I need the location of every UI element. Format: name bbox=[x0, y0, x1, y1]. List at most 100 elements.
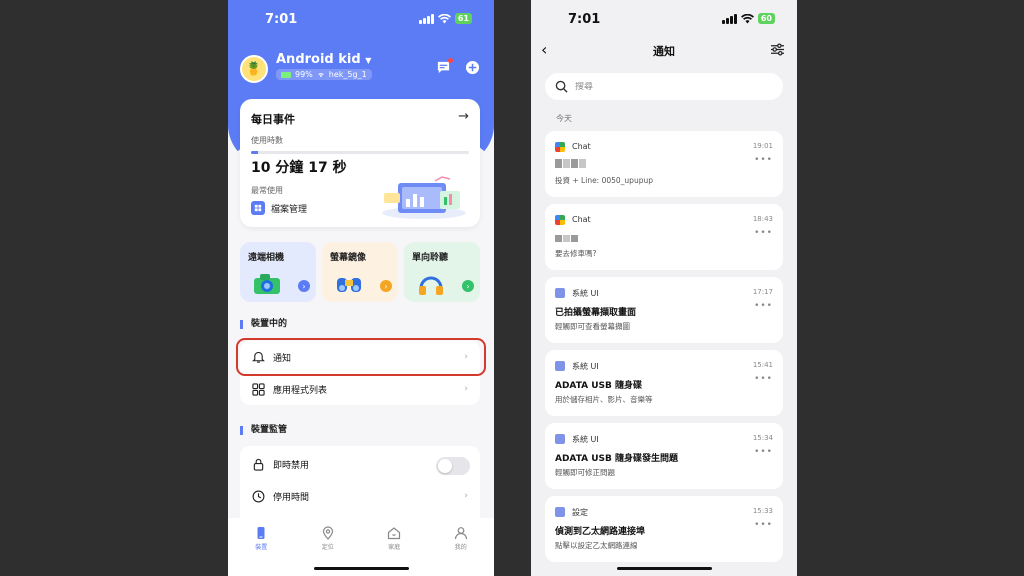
screen-mirror-card[interactable]: 螢幕鏡像 › bbox=[322, 242, 398, 302]
more-icon[interactable]: ••• bbox=[754, 301, 773, 311]
message-icon[interactable] bbox=[436, 58, 453, 75]
section-device: 裝置中的 bbox=[240, 320, 287, 329]
notification-source: 系統 UI bbox=[572, 289, 599, 298]
notification-source: Chat bbox=[572, 142, 591, 151]
more-icon[interactable]: ••• bbox=[754, 374, 773, 384]
one-way-audio-card[interactable]: 單向聆聽 › bbox=[404, 242, 480, 302]
analytics-illustration bbox=[382, 176, 466, 219]
usage-progress bbox=[251, 151, 469, 154]
search-icon bbox=[555, 80, 568, 93]
nav-location-label: 定位 bbox=[321, 544, 334, 551]
wifi-icon bbox=[318, 73, 324, 78]
search-bar[interactable] bbox=[545, 73, 783, 100]
monitor-menu: 即時禁用 停用時間 › bbox=[240, 446, 480, 526]
notification-time: 15:33 bbox=[752, 507, 773, 515]
daily-events-title: 每日事件 bbox=[251, 113, 295, 126]
nav-profile-label: 我的 bbox=[454, 544, 467, 551]
chevron-right-icon[interactable]: › bbox=[380, 280, 392, 292]
nav-device[interactable]: 裝置 bbox=[241, 526, 281, 576]
redacted-title bbox=[555, 235, 578, 242]
device-battery: 99% bbox=[295, 70, 313, 79]
daily-events-card[interactable]: 每日事件 → 使用時數 10 分鐘 17 秒 最常使用 檔案管理 bbox=[240, 99, 480, 227]
nav-profile[interactable]: 我的 bbox=[441, 526, 481, 576]
notification-item[interactable]: Chat 19:01 ••• 投資 + Line: 0050_upupup bbox=[545, 131, 783, 197]
instant-block-row: 即時禁用 bbox=[240, 448, 480, 480]
notification-time: 15:41 bbox=[752, 361, 773, 369]
notification-item[interactable]: 系統 UI 17:17 ••• 已拍攝螢幕擷取畫面 輕觸即可查看螢幕擷圖 bbox=[545, 277, 783, 343]
remote-camera-card[interactable]: 遠端相機 › bbox=[240, 242, 316, 302]
notification-body: 要去修車嗎? bbox=[555, 249, 597, 258]
notification-body: 用於儲存相片、影片、音樂等 bbox=[555, 395, 653, 404]
notification-item[interactable]: Chat 18:43 ••• 要去修車嗎? bbox=[545, 204, 783, 270]
page-title: 通知 bbox=[653, 45, 675, 58]
notification-item[interactable]: 系統 UI 15:34 ••• ADATA USB 隨身碟發生問題 輕觸即可修正… bbox=[545, 423, 783, 489]
redacted-title bbox=[555, 159, 586, 168]
most-used-label: 最常使用 bbox=[251, 186, 283, 195]
notification-body: 點擊以設定乙太網路連線 bbox=[555, 541, 638, 550]
usage-label: 使用時數 bbox=[251, 136, 283, 145]
chevron-right-icon[interactable]: › bbox=[462, 280, 474, 292]
section-monitor: 裝置監管 bbox=[240, 426, 287, 435]
person-icon bbox=[454, 527, 467, 540]
notification-time: 18:43 bbox=[752, 215, 773, 223]
notification-title: 偵測到乙太網路連接埠 bbox=[555, 527, 646, 537]
search-input[interactable] bbox=[575, 81, 755, 92]
home-indicator bbox=[617, 567, 712, 570]
unread-badge bbox=[448, 58, 453, 63]
binoculars-icon bbox=[337, 278, 361, 292]
status-bar: 7:01 60 bbox=[531, 10, 797, 30]
location-icon bbox=[322, 526, 333, 540]
more-icon[interactable]: ••• bbox=[754, 447, 773, 457]
wifi-icon bbox=[740, 13, 754, 23]
more-icon[interactable]: ••• bbox=[754, 155, 773, 165]
more-icon[interactable]: ••• bbox=[754, 520, 773, 530]
notification-title: 已拍攝螢幕擷取畫面 bbox=[555, 308, 637, 318]
downtime-row[interactable]: 停用時間 › bbox=[240, 480, 480, 512]
usage-duration: 10 分鐘 17 秒 bbox=[251, 160, 347, 176]
instant-block-toggle[interactable] bbox=[436, 457, 470, 475]
lock-icon bbox=[253, 458, 264, 471]
more-icon[interactable]: ••• bbox=[754, 228, 773, 238]
add-icon[interactable] bbox=[465, 60, 480, 75]
avatar[interactable]: 🍍 bbox=[240, 55, 268, 83]
most-used-app: 檔案管理 bbox=[251, 201, 307, 215]
status-time: 7:01 bbox=[265, 12, 298, 27]
notification-time: 19:01 bbox=[752, 142, 773, 150]
settings-app-icon bbox=[555, 507, 565, 517]
kid-app-screen: 7:01 61 🍍 Android kid ▼ 99% hek_5g_1 每日事… bbox=[228, 0, 494, 576]
nav-header: ‹ 通知 bbox=[531, 40, 797, 62]
phone-icon bbox=[257, 527, 265, 539]
highlight-annotation bbox=[236, 338, 486, 376]
wifi-icon bbox=[437, 13, 451, 23]
most-used-app-name: 檔案管理 bbox=[271, 204, 308, 215]
status-bar: 7:01 61 bbox=[228, 10, 494, 30]
downtime-label: 停用時間 bbox=[273, 492, 310, 503]
device-selector[interactable]: Android kid ▼ bbox=[276, 52, 371, 67]
chevron-right-icon: › bbox=[464, 491, 468, 501]
device-name: Android kid bbox=[276, 52, 361, 67]
battery-indicator: 61 bbox=[454, 13, 472, 24]
grid-icon bbox=[252, 382, 265, 396]
notification-source: Chat bbox=[572, 215, 591, 224]
chat-app-icon bbox=[555, 215, 565, 225]
instant-block-label: 即時禁用 bbox=[273, 460, 310, 471]
notification-body: 輕觸即可查看螢幕擷圖 bbox=[555, 322, 630, 331]
signal-icon bbox=[418, 13, 434, 24]
headphones-icon bbox=[419, 276, 443, 295]
arrow-right-icon[interactable]: → bbox=[458, 109, 469, 124]
device-meta: 99% hek_5g_1 bbox=[276, 69, 372, 80]
notification-source: 設定 bbox=[572, 508, 588, 517]
today-label: 今天 bbox=[556, 114, 572, 123]
app-list-row[interactable]: 應用程式列表 › bbox=[240, 373, 480, 405]
notification-time: 17:17 bbox=[752, 288, 773, 296]
notification-source: 系統 UI bbox=[572, 435, 599, 444]
notification-item[interactable]: 設定 15:33 ••• 偵測到乙太網路連接埠 點擊以設定乙太網路連線 bbox=[545, 496, 783, 562]
notifications-screen: 7:01 60 ‹ 通知 今天 Chat 19:01 ••• 投資 + Line… bbox=[531, 0, 797, 576]
notification-item[interactable]: 系統 UI 15:41 ••• ADATA USB 隨身碟 用於儲存相片、影片、… bbox=[545, 350, 783, 416]
chevron-right-icon[interactable]: › bbox=[298, 280, 310, 292]
camera-icon bbox=[254, 274, 280, 294]
chevron-right-icon: › bbox=[464, 384, 468, 394]
chevron-down-icon: ▼ bbox=[365, 56, 372, 65]
filter-icon[interactable] bbox=[770, 43, 785, 56]
remote-camera-label: 遠端相機 bbox=[248, 253, 285, 263]
